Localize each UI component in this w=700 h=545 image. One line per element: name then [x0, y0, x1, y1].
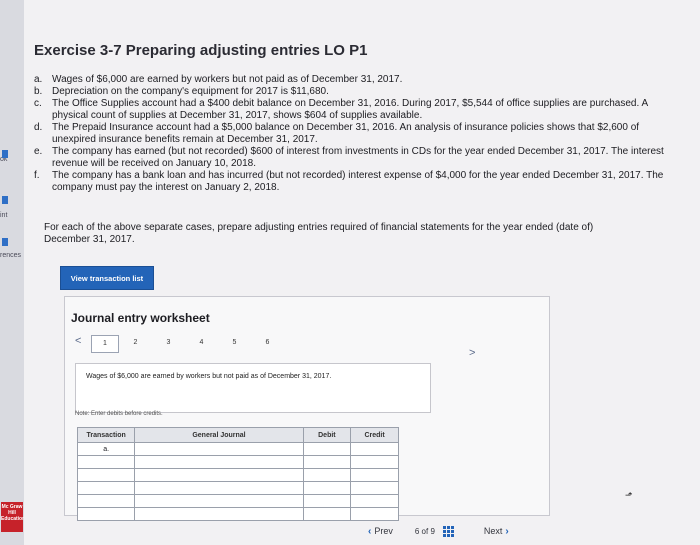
chevron-right-icon: › [505, 525, 509, 537]
item-letter: e. [34, 146, 43, 157]
page-tab-3[interactable]: 3 [152, 335, 185, 351]
page-tab-6[interactable]: 6 [251, 335, 284, 351]
table-header-row: Transaction General Journal Debit Credit [76, 427, 399, 443]
page-tab-1[interactable]: 1 [91, 335, 119, 353]
credit-cell[interactable] [350, 468, 399, 482]
header-debit: Debit [302, 427, 352, 443]
debit-cell[interactable] [302, 507, 352, 521]
page-of: of [421, 526, 429, 536]
item-letter: b. [34, 86, 43, 97]
debit-cell[interactable] [302, 442, 352, 456]
page-tab-4[interactable]: 4 [185, 335, 218, 351]
page-current: 6 [414, 526, 420, 536]
item-letter: d. [34, 122, 43, 133]
credit-cell[interactable] [350, 507, 399, 521]
item-text: The Prepaid Insurance account had a $5,0… [52, 122, 640, 145]
header-transaction: Transaction [76, 427, 136, 443]
exercise-item-c: c. The Office Supplies account had a $40… [34, 98, 674, 122]
table-row [76, 507, 399, 521]
sidebar-arrow-icon [2, 238, 8, 246]
debit-cell[interactable] [302, 494, 352, 508]
item-letter: c. [34, 98, 42, 109]
transaction-cell [76, 468, 136, 482]
table-row [76, 468, 399, 482]
view-transaction-list-button[interactable]: View transaction list [60, 266, 154, 290]
item-letter: a. [34, 74, 43, 85]
page-indicator: 6 of 9 [415, 527, 435, 536]
page-total: 9 [430, 526, 435, 536]
general-journal-cell[interactable] [134, 455, 304, 469]
table-row [76, 494, 399, 508]
item-letter: f. [34, 170, 40, 181]
exercise-items: a. Wages of $6,000 are earned by workers… [34, 74, 674, 194]
mouse-cursor-icon: ⬏ [625, 490, 633, 500]
general-journal-cell[interactable] [134, 494, 304, 508]
item-text: The company has earned (but not recorded… [52, 146, 664, 169]
bottom-navigation: ‹ Prev 6 of 9 Next › [368, 520, 548, 542]
sidebar-arrow-icon [2, 150, 8, 158]
left-sidebar: ok int rences Mc Graw Hill Education [0, 0, 25, 545]
grid-icon[interactable] [442, 525, 454, 537]
chevron-left-icon: ‹ [368, 525, 372, 537]
credit-cell[interactable] [350, 481, 399, 495]
exercise-item-a: a. Wages of $6,000 are earned by workers… [34, 74, 674, 86]
exercise-item-b: b. Depreciation on the company's equipme… [34, 86, 674, 98]
item-text: The Office Supplies account had a $400 d… [52, 98, 648, 121]
chevron-left-icon[interactable]: < [75, 335, 81, 347]
exercise-item-e: e. The company has earned (but not recor… [34, 146, 674, 170]
worksheet-pager: 1 2 3 4 5 6 [91, 335, 284, 353]
transaction-cell: a. [76, 442, 136, 456]
transaction-cell [76, 481, 136, 495]
debit-cell[interactable] [302, 468, 352, 482]
credit-cell[interactable] [350, 494, 399, 508]
page-tab-2[interactable]: 2 [119, 335, 152, 351]
item-text: Wages of $6,000 are earned by workers bu… [52, 74, 403, 85]
next-button[interactable]: Next › [484, 526, 509, 537]
chevron-right-icon[interactable]: > [469, 347, 475, 359]
credit-cell[interactable] [350, 455, 399, 469]
general-journal-cell[interactable] [134, 468, 304, 482]
transaction-cell [76, 455, 136, 469]
next-label: Next [483, 526, 503, 536]
general-journal-cell[interactable] [134, 507, 304, 521]
journal-table: Transaction General Journal Debit Credit… [76, 427, 399, 521]
transaction-cell [76, 507, 136, 521]
worksheet-note: Note: Enter debits before credits. [75, 411, 163, 417]
general-journal-cell[interactable] [134, 481, 304, 495]
journal-entry-worksheet: Journal entry worksheet < 1 2 3 4 5 6 > … [64, 296, 550, 521]
general-journal-cell[interactable] [134, 442, 304, 456]
instruction-text: For each of the above separate cases, pr… [44, 222, 594, 245]
table-row [76, 481, 399, 495]
header-general-journal: General Journal [134, 427, 304, 443]
worksheet-title: Journal entry worksheet [71, 311, 210, 325]
transaction-description: Wages of $6,000 are earned by workers bu… [75, 363, 431, 413]
exercise-title: Exercise 3-7 Preparing adjusting entries… [34, 42, 368, 59]
sidebar-mark-references[interactable]: rences [0, 252, 21, 259]
table-row [76, 455, 399, 469]
exercise-item-f: f. The company has a bank loan and has i… [34, 170, 674, 194]
debit-cell[interactable] [302, 455, 352, 469]
item-text: The company has a bank loan and has incu… [52, 170, 664, 193]
main-content: Exercise 3-7 Preparing adjusting entries… [24, 0, 700, 545]
transaction-cell [76, 494, 136, 508]
header-credit: Credit [350, 427, 399, 443]
page-tab-5[interactable]: 5 [218, 335, 251, 351]
sidebar-mark-int[interactable]: int [0, 212, 7, 219]
item-text: Depreciation on the company's equipment … [52, 86, 329, 97]
credit-cell[interactable] [350, 442, 399, 456]
prev-button[interactable]: ‹ Prev [368, 526, 393, 537]
publisher-logo: Mc Graw Hill Education [1, 502, 25, 532]
prev-label: Prev [374, 526, 393, 536]
debit-cell[interactable] [302, 481, 352, 495]
sidebar-arrow-icon [2, 196, 8, 204]
table-row: a. [76, 442, 399, 456]
exercise-item-d: d. The Prepaid Insurance account had a $… [34, 122, 674, 146]
